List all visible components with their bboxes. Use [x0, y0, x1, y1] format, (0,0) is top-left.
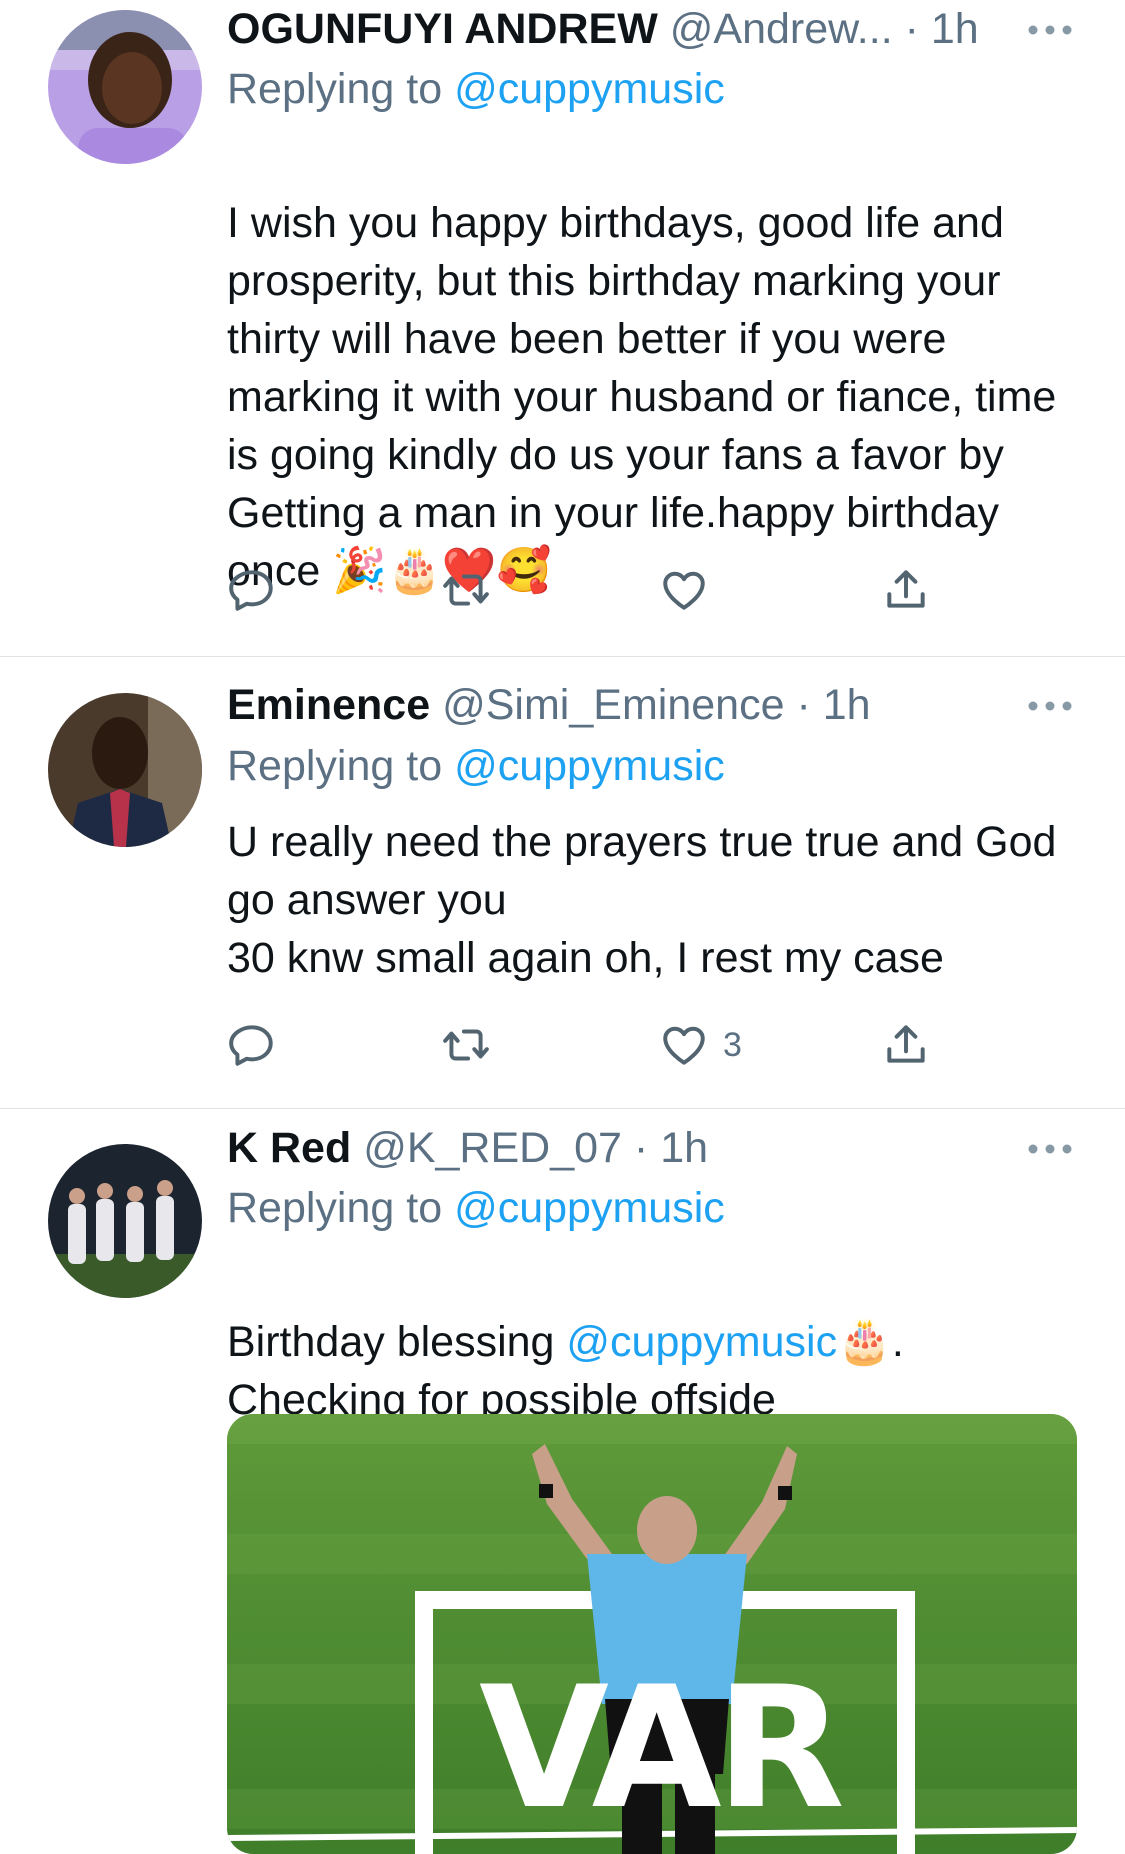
display-name[interactable]: K Red: [227, 1124, 351, 1172]
avatar[interactable]: [48, 10, 202, 164]
tweet-mention-link[interactable]: @cuppymusic: [566, 1318, 837, 1366]
action-bar: [227, 562, 947, 618]
replying-to: Replying to @cuppymusic: [227, 62, 725, 116]
separator-dot: ·: [796, 681, 811, 729]
user-handle[interactable]: @K_RED_07: [363, 1124, 622, 1172]
retweet-icon: [443, 574, 489, 606]
tweet-text: I wish you happy birthdays, good life an…: [227, 136, 1087, 600]
retweet-icon: [443, 1029, 489, 1061]
separator-dot: ·: [904, 5, 919, 53]
share-button[interactable]: [881, 1017, 931, 1073]
replying-prefix: Replying to: [227, 1184, 455, 1232]
reply-button[interactable]: [227, 1017, 277, 1073]
avatar[interactable]: [48, 1144, 202, 1298]
like-count: 3: [723, 1025, 742, 1064]
tweet-1[interactable]: OGUNFUYI ANDREW @Andrew... · 1h Replying…: [0, 0, 1125, 656]
share-button[interactable]: [881, 562, 931, 618]
tweet-text: Birthday blessing @cuppymusic🎂. Checking…: [227, 1255, 1087, 1429]
replying-to: Replying to @cuppymusic: [227, 739, 725, 793]
more-icon[interactable]: [1027, 1142, 1073, 1156]
retweet-button[interactable]: [441, 1017, 491, 1073]
tweet-media-image[interactable]: VAR: [227, 1414, 1077, 1854]
more-icon[interactable]: [1027, 699, 1073, 713]
tweet-body: I wish you happy birthdays, good life an…: [227, 199, 1057, 595]
user-handle[interactable]: @Simi_Eminence: [442, 681, 784, 729]
timestamp[interactable]: 1h: [660, 1124, 708, 1172]
avatar[interactable]: [48, 693, 202, 847]
replying-prefix: Replying to: [227, 65, 455, 113]
tweet-3[interactable]: K Red @K_RED_07 · 1h Replying to @cuppym…: [0, 1109, 1125, 1854]
replying-mention-link[interactable]: @cuppymusic: [454, 1184, 725, 1232]
share-icon: [887, 1025, 925, 1063]
replying-prefix: Replying to: [227, 742, 455, 790]
display-name[interactable]: OGUNFUYI ANDREW: [227, 5, 658, 53]
var-label: VAR: [479, 1650, 845, 1846]
replying-to: Replying to @cuppymusic: [227, 1181, 725, 1235]
replying-mention-link[interactable]: @cuppymusic: [454, 65, 725, 113]
like-icon: [663, 1026, 705, 1065]
replying-mention-link[interactable]: @cuppymusic: [454, 742, 725, 790]
retweet-button[interactable]: [441, 562, 491, 618]
cake-emoji: 🎂: [837, 1317, 892, 1366]
reply-icon: [229, 570, 273, 611]
like-icon: [663, 571, 705, 610]
tweet-2[interactable]: Eminence @Simi_Eminence · 1h Replying to…: [0, 657, 1125, 1108]
share-icon: [887, 570, 925, 608]
action-bar: 3: [227, 1017, 947, 1073]
timestamp[interactable]: 1h: [931, 5, 979, 53]
like-button[interactable]: [659, 562, 723, 618]
reply-button[interactable]: [227, 562, 277, 618]
timestamp[interactable]: 1h: [823, 681, 871, 729]
more-icon[interactable]: [1027, 23, 1073, 37]
user-handle[interactable]: @Andrew...: [670, 5, 893, 53]
reply-icon: [229, 1025, 273, 1066]
separator-dot: ·: [633, 1124, 649, 1172]
display-name[interactable]: Eminence: [227, 681, 430, 729]
tweet-text: U really need the prayers true true and …: [227, 818, 1057, 982]
tweet-body: Birthday blessing: [227, 1318, 567, 1366]
like-button[interactable]: 3: [659, 1017, 742, 1073]
